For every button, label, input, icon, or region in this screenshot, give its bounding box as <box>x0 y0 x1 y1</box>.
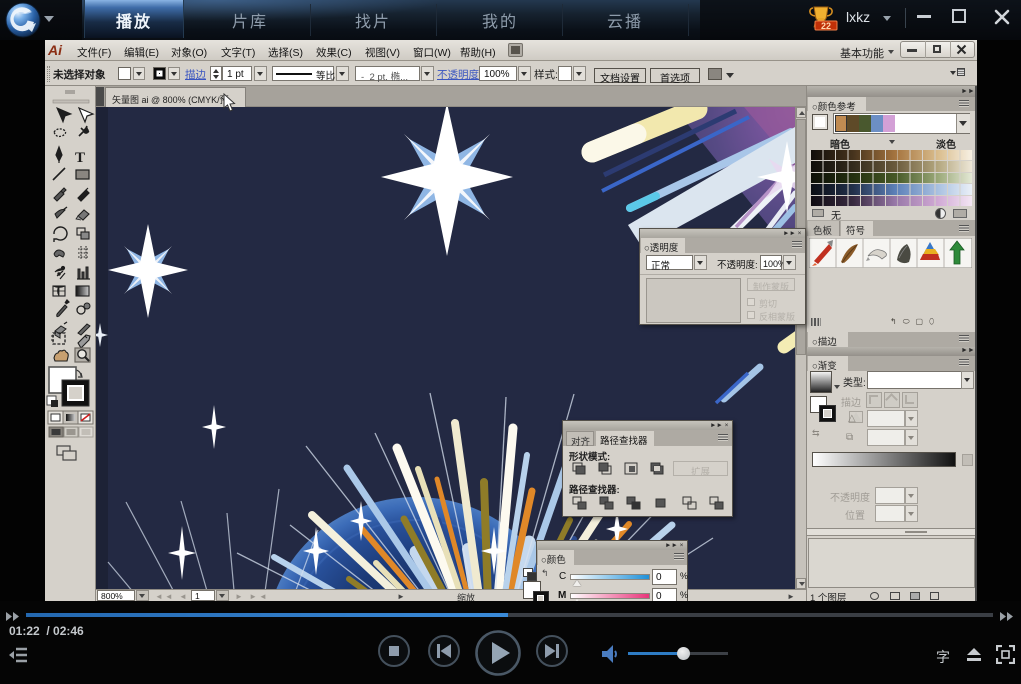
svg-text:22: 22 <box>821 21 831 31</box>
svg-text:T: T <box>75 150 85 166</box>
